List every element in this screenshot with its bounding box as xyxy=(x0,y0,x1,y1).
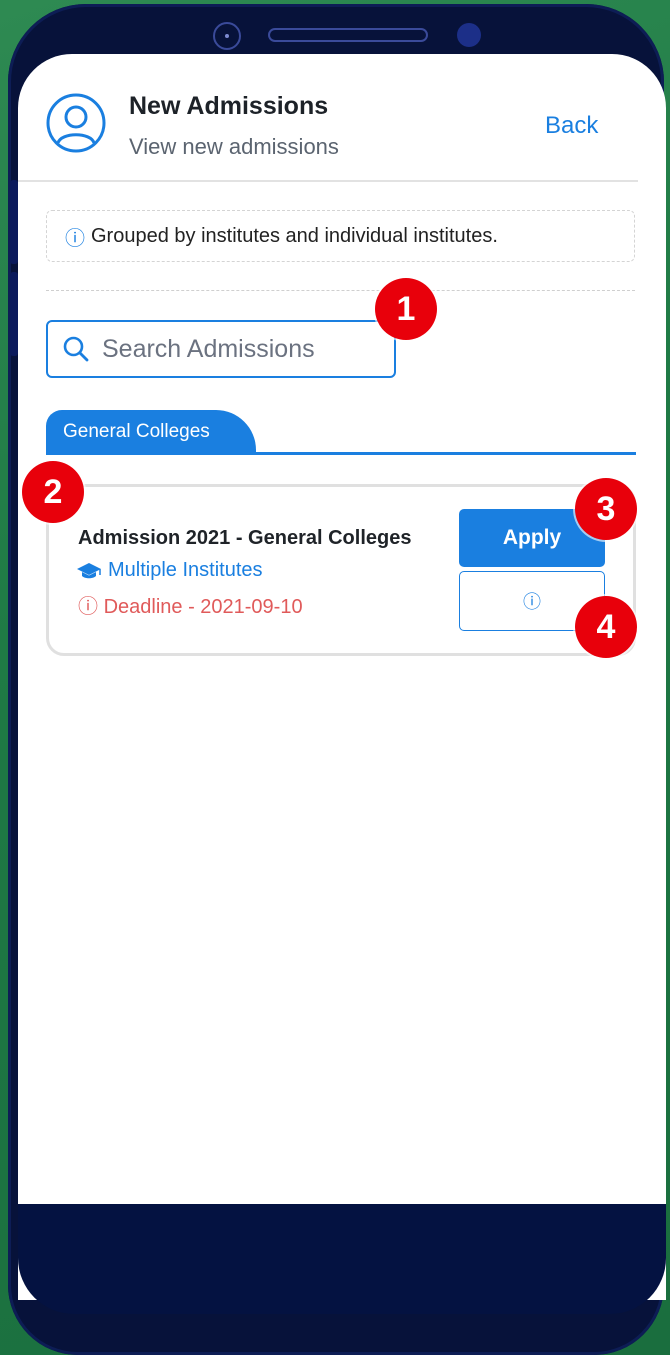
side-button xyxy=(10,180,18,264)
info-icon: ⓘ xyxy=(65,227,85,250)
app-header: New Admissions View new admissions Back xyxy=(18,54,638,182)
graduation-cap-icon xyxy=(77,562,101,578)
admission-title: Admission 2021 - General Colleges xyxy=(78,527,412,549)
deadline-label: Deadline - 2021-09-10 xyxy=(103,596,303,618)
search-icon xyxy=(63,336,89,362)
annotation-badge-3: 3 xyxy=(575,478,637,540)
tab-general-colleges[interactable]: General Colleges xyxy=(46,410,256,454)
deadline-text: ⓘ Deadline - 2021-09-10 xyxy=(78,590,303,619)
search-input[interactable] xyxy=(100,333,384,365)
user-avatar-icon xyxy=(45,92,107,154)
info-icon: ⓘ xyxy=(523,592,541,612)
tab-label: General Colleges xyxy=(63,421,210,442)
institutes-label: Multiple Institutes xyxy=(108,559,263,581)
annotation-badge-2: 2 xyxy=(22,461,84,523)
search-box[interactable] xyxy=(46,320,396,378)
institutes-link[interactable]: Multiple Institutes xyxy=(76,559,263,582)
info-note: ⓘ Grouped by institutes and individual i… xyxy=(46,210,635,262)
bottom-bezel xyxy=(18,1204,666,1314)
deadline-info-icon: ⓘ xyxy=(78,596,104,618)
annotation-badge-1: 1 xyxy=(375,278,437,340)
info-note-text: Grouped by institutes and individual ins… xyxy=(91,224,498,247)
sensor-dot xyxy=(457,23,481,47)
page-subtitle: View new admissions xyxy=(129,134,339,159)
admission-card[interactable]: Admission 2021 - General Colleges Multip… xyxy=(46,484,636,656)
camera-icon xyxy=(213,22,241,50)
speaker-grille xyxy=(268,28,428,42)
app-screen: New Admissions View new admissions Back … xyxy=(18,54,666,1300)
annotation-badge-4: 4 xyxy=(575,596,637,658)
back-button[interactable]: Back xyxy=(545,112,598,140)
page-title: New Admissions xyxy=(129,92,329,120)
dashed-divider xyxy=(46,290,635,291)
side-button xyxy=(10,272,18,356)
